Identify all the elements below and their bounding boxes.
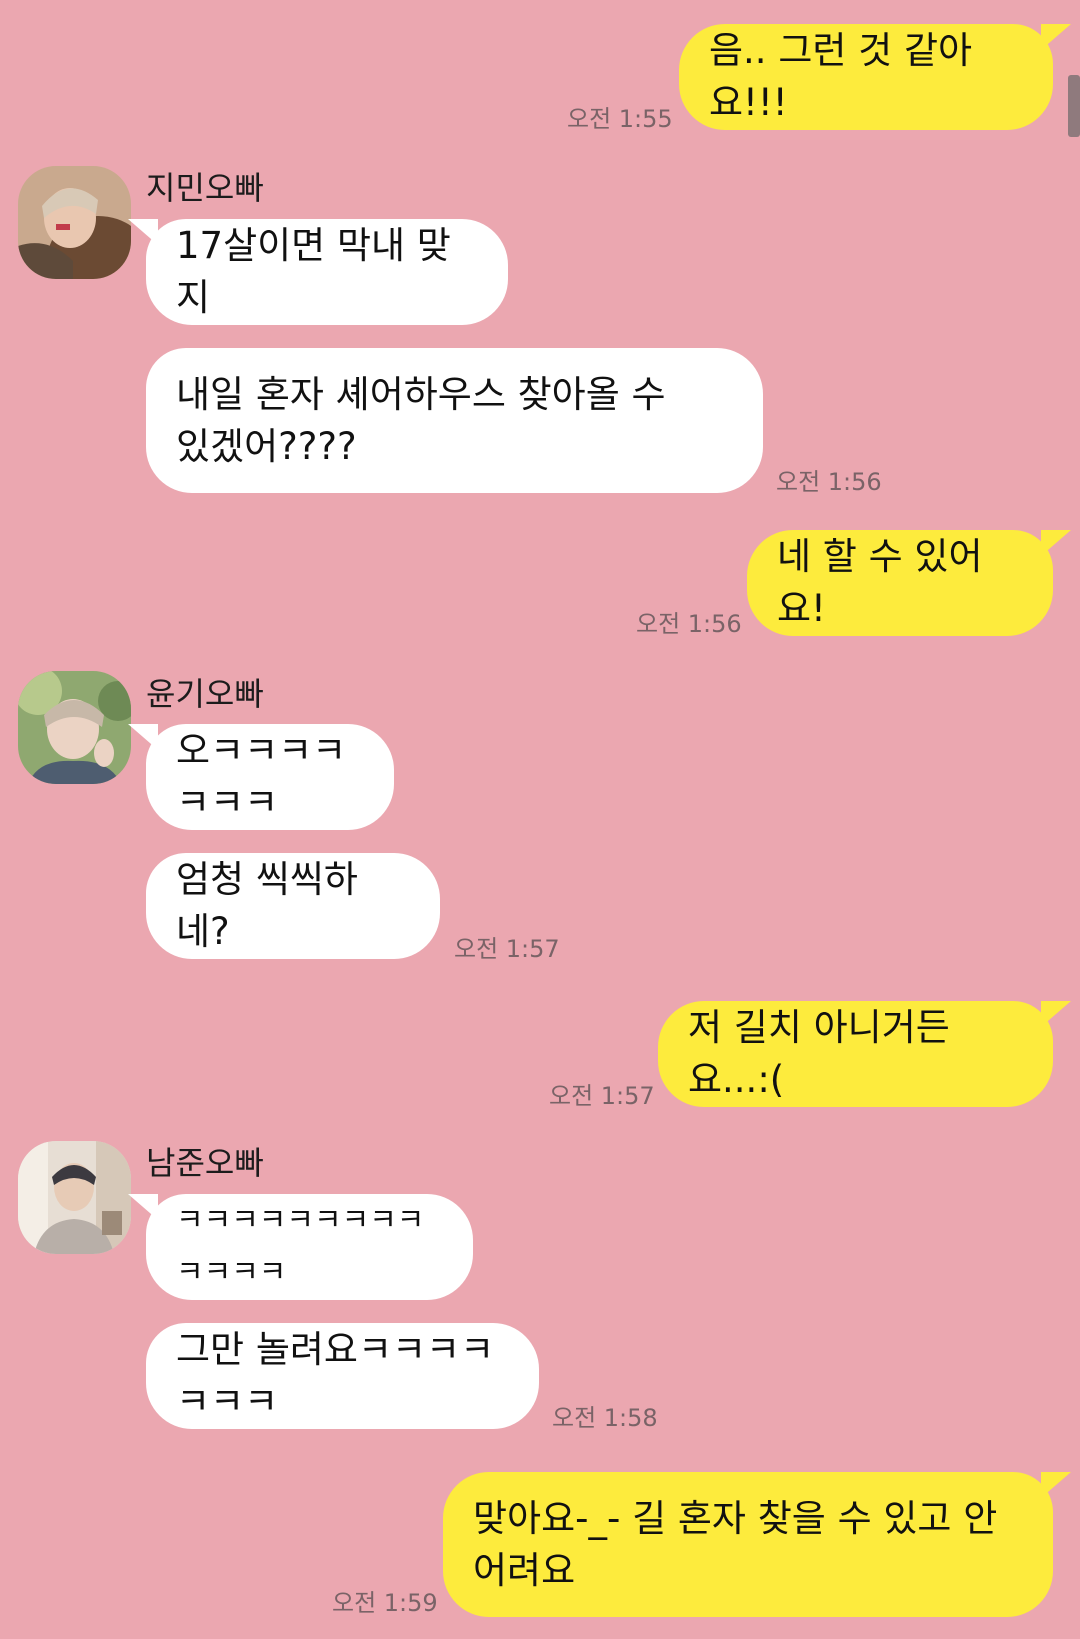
received-message-bubble[interactable]: 엄청 씩씩하네? xyxy=(146,853,440,959)
my-message-bubble[interactable]: 맞아요-_- 길 혼자 찾을 수 있고 안 어려요 xyxy=(443,1472,1071,1617)
message-time: 오전 1:57 xyxy=(549,1082,655,1110)
received-message-bubble[interactable]: 그만 놀려요ㅋㅋㅋㅋㅋㅋㅋ xyxy=(146,1323,539,1429)
message-text: 엄청 씩씩하네? xyxy=(176,858,358,953)
my-message-bubble[interactable]: 네 할 수 있어요! xyxy=(747,530,1071,636)
message-time: 오전 1:58 xyxy=(552,1404,658,1432)
message-text: 17살이면 막내 맞지 xyxy=(176,224,451,319)
jimin-photo xyxy=(18,166,131,279)
chat-message-list[interactable]: 오전 1:55 음.. 그런 것 같아요!!! 지민오빠 17살이면 막내 맞지… xyxy=(0,0,1080,1639)
received-message-bubble[interactable]: ㅋㅋㅋㅋㅋㅋㅋㅋㅋㅋㅋㅋㅋ xyxy=(128,1194,473,1300)
yoongi-avatar[interactable] xyxy=(18,671,131,784)
message-time: 오전 1:57 xyxy=(454,935,560,963)
received-message-bubble[interactable]: 17살이면 막내 맞지 xyxy=(128,219,508,325)
namjoon-avatar[interactable] xyxy=(18,1141,131,1254)
message-text: 내일 혼자 셰어하우스 찾아올 수 있겠어???? xyxy=(176,372,666,468)
message-time: 오전 1:56 xyxy=(636,610,742,638)
message-time: 오전 1:55 xyxy=(567,105,673,133)
message-time: 오전 1:56 xyxy=(776,468,882,496)
sender-name: 지민오빠 xyxy=(146,169,264,207)
message-text: 오ㅋㅋㅋㅋㅋㅋㅋ xyxy=(176,729,347,824)
message-text: 음.. 그런 것 같아요!!! xyxy=(709,29,973,124)
yoongi-photo xyxy=(18,671,131,784)
sender-name: 남준오빠 xyxy=(146,1144,264,1182)
sender-name: 윤기오빠 xyxy=(146,675,264,713)
jimin-avatar[interactable] xyxy=(18,166,131,279)
received-message-bubble[interactable]: 오ㅋㅋㅋㅋㅋㅋㅋ xyxy=(128,724,394,830)
my-message-bubble[interactable]: 저 길치 아니거든요...:( xyxy=(658,1001,1071,1107)
my-message-bubble[interactable]: 음.. 그런 것 같아요!!! xyxy=(679,24,1071,130)
namjoon-photo xyxy=(18,1141,131,1254)
message-text: 저 길치 아니거든요...:( xyxy=(688,1006,950,1101)
received-message-bubble[interactable]: 내일 혼자 셰어하우스 찾아올 수 있겠어???? xyxy=(146,348,763,493)
message-text: 그만 놀려요ㅋㅋㅋㅋㅋㅋㅋ xyxy=(176,1328,495,1423)
message-text: 네 할 수 있어요! xyxy=(777,535,983,630)
message-time: 오전 1:59 xyxy=(332,1589,438,1617)
message-text: ㅋㅋㅋㅋㅋㅋㅋㅋㅋㅋㅋㅋㅋ xyxy=(176,1203,425,1290)
scrollbar-thumb[interactable] xyxy=(1068,75,1080,137)
message-text: 맞아요-_- 길 혼자 찾을 수 있고 안 어려요 xyxy=(473,1496,998,1592)
